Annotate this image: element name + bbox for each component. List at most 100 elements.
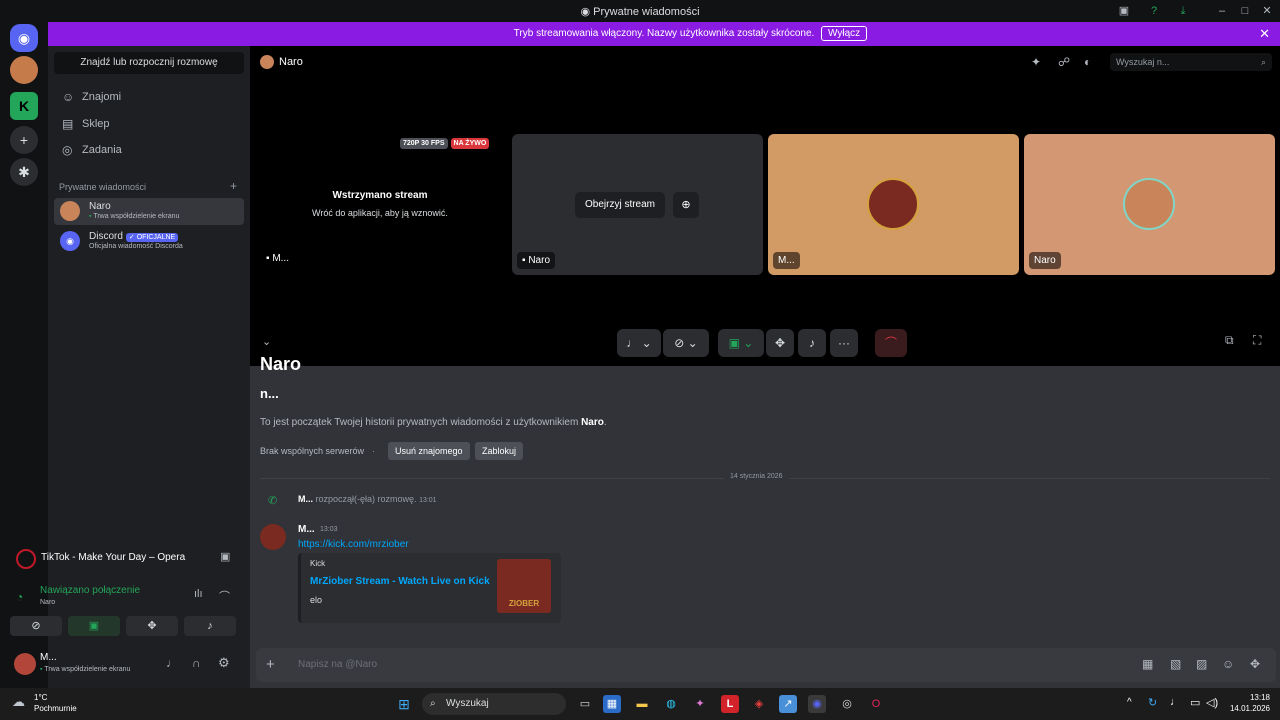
- microphone-button[interactable]: ♩ ⌄: [617, 329, 661, 357]
- banner-message: Tryb streamowania włączony. Nazwy użytko…: [513, 28, 815, 39]
- avatar: [260, 55, 274, 69]
- stream-tile-naro[interactable]: Obejrzyj stream ⊕ ▪ Naro: [512, 134, 763, 275]
- taskbar-search[interactable]: ⌕ Wyszukaj: [422, 693, 566, 715]
- activities-button[interactable]: ✥: [126, 616, 178, 636]
- close-window-icon[interactable]: ✕: [1259, 3, 1275, 19]
- weather-cloud-icon[interactable]: ☁: [12, 694, 30, 712]
- stream-paused-subtitle: Wróć do aplikacji, aby ją wznowić.: [312, 208, 448, 218]
- avatar[interactable]: [14, 653, 36, 675]
- nav-friends[interactable]: ☺ Znajomi: [54, 84, 244, 110]
- microphone-icon[interactable]: ♩: [166, 656, 178, 670]
- app-l-icon[interactable]: L: [721, 695, 739, 713]
- server-avatar[interactable]: [10, 56, 38, 84]
- nav-quests[interactable]: ◎ Zadania: [54, 137, 244, 163]
- add-friends-icon[interactable]: ☍: [1058, 55, 1070, 69]
- more-options-button[interactable]: ···: [830, 329, 858, 357]
- task-view-icon[interactable]: ▭: [576, 695, 594, 713]
- camera-off-button[interactable]: ⊘: [10, 616, 62, 636]
- create-dm-icon[interactable]: +: [230, 179, 237, 193]
- watch-preview-icon[interactable]: ⊕: [673, 192, 699, 218]
- stream-paused-title: Wstrzymano stream: [332, 190, 428, 201]
- fullscreen-icon[interactable]: ⛶: [1253, 333, 1261, 348]
- chrome-icon[interactable]: ◎: [838, 695, 856, 713]
- attach-plus-icon[interactable]: +: [266, 656, 275, 673]
- avatar[interactable]: [260, 524, 286, 550]
- soundboard-button[interactable]: ♪: [184, 616, 236, 636]
- message-input[interactable]: Napisz na @Naro: [298, 659, 377, 670]
- screen-share-button[interactable]: ▣: [68, 616, 120, 636]
- settings-gear-icon[interactable]: ⚙: [218, 655, 230, 671]
- dm-item-discord[interactable]: ◉ Discord ✓ OFICJALNE Oficjalna wiadomość…: [54, 228, 244, 255]
- sticker-icon[interactable]: ▨: [1196, 657, 1207, 671]
- embed-description: elo: [310, 595, 323, 605]
- headphones-icon[interactable]: ∩: [192, 656, 201, 670]
- maximize-icon[interactable]: □: [1237, 3, 1253, 19]
- clock-date[interactable]: 14.01.2026: [1222, 704, 1270, 713]
- no-mutual-servers[interactable]: Brak wspólnych serwerów: [260, 446, 364, 456]
- file-explorer-icon[interactable]: ▬: [633, 695, 651, 713]
- remove-friend-button[interactable]: Usuń znajomego: [388, 442, 470, 460]
- opera-taskbar-icon[interactable]: O: [867, 695, 885, 713]
- search-input[interactable]: Wyszukaj n... ⌕: [1110, 53, 1272, 71]
- edge-browser-icon[interactable]: ◍: [662, 695, 680, 713]
- clock-time[interactable]: 13:18: [1228, 693, 1270, 702]
- copilot-icon[interactable]: ✦: [691, 695, 709, 713]
- os-taskbar: ☁ 1°C Pochmurnie ⊞ ⌕ Wyszukaj ▭ ▦ ▬ ◍ ✦ L…: [0, 688, 1280, 720]
- camera-off-icon: ⊘ ⌄: [674, 336, 698, 350]
- channel-header: Naro ✦ ☍ ◐ Wyszukaj n... ⌕: [250, 46, 1280, 78]
- activities-button[interactable]: ✥: [766, 329, 794, 357]
- embed-title[interactable]: MrZiober Stream - Watch Live on Kick: [310, 576, 490, 587]
- volume-icon[interactable]: ◁): [1206, 696, 1218, 709]
- avatar: [1123, 178, 1175, 230]
- find-conversation-button[interactable]: Znajdź lub rozpocznij rozmowę: [54, 52, 244, 74]
- emoji-icon[interactable]: ☺: [1222, 657, 1234, 671]
- popout-icon[interactable]: ⧉: [1225, 333, 1234, 348]
- pin-icon[interactable]: ✦: [1031, 55, 1041, 69]
- apps-icon[interactable]: ✥: [1250, 657, 1260, 671]
- close-icon[interactable]: ✕: [1259, 26, 1270, 42]
- discord-icon: ◉: [580, 6, 594, 18]
- stop-stream-icon[interactable]: ▣: [220, 550, 230, 563]
- chevron-down-icon[interactable]: ⌄: [262, 335, 271, 348]
- tray-mic-icon[interactable]: ♩: [1170, 696, 1181, 708]
- store-icon[interactable]: ▦: [603, 695, 621, 713]
- kick-server-icon[interactable]: K: [10, 92, 38, 120]
- drawing-app-icon[interactable]: ↗: [779, 695, 797, 713]
- dm-item-naro[interactable]: Naro ▪ Trwa współdzielenie ekranu: [54, 198, 244, 225]
- participant-tile-m[interactable]: M...: [768, 134, 1019, 275]
- inbox-icon[interactable]: ▣: [1116, 3, 1132, 19]
- disable-streamer-mode-button[interactable]: Wyłącz: [821, 26, 868, 41]
- chat-intro: To jest początek Twojej historii prywatn…: [260, 417, 607, 428]
- camera-button[interactable]: ⊘ ⌄: [663, 329, 709, 357]
- minimize-icon[interactable]: –: [1214, 3, 1230, 19]
- watch-stream-button[interactable]: Obejrzyj stream: [575, 192, 666, 218]
- add-server-icon[interactable]: +: [10, 126, 38, 154]
- block-button[interactable]: Zablokuj: [475, 442, 524, 460]
- discord-taskbar-icon[interactable]: ◉: [808, 695, 826, 713]
- user-profile-icon[interactable]: ◐: [1084, 55, 1091, 69]
- screen-share-button[interactable]: ▣ ⌄: [718, 329, 764, 357]
- network-icon[interactable]: ▭: [1190, 696, 1200, 709]
- embed-thumbnail[interactable]: ZIOBER: [497, 559, 551, 613]
- screen-share-icon: ▣ ⌄: [728, 336, 754, 350]
- discord-home-icon[interactable]: ◉: [10, 24, 38, 52]
- sync-icon[interactable]: ↻: [1148, 696, 1157, 709]
- windows-start-icon[interactable]: ⊞: [395, 695, 413, 713]
- tray-chevron-icon[interactable]: ^: [1127, 697, 1132, 708]
- soundboard-button[interactable]: ♪: [798, 329, 826, 357]
- download-icon[interactable]: ⤓: [1175, 3, 1191, 19]
- message-author[interactable]: M...: [298, 524, 315, 535]
- gift-icon[interactable]: ▦: [1142, 657, 1153, 671]
- disconnect-call-button[interactable]: ⌒: [875, 329, 907, 357]
- shield-icon[interactable]: ◈: [750, 695, 768, 713]
- disconnect-icon[interactable]: ⌒: [219, 588, 230, 604]
- nav-shop[interactable]: ▤ Sklep: [54, 111, 244, 137]
- microphone-icon: ♩ ⌄: [626, 336, 652, 350]
- chat-header-name: Naro: [260, 354, 302, 374]
- gif-icon[interactable]: ▧: [1170, 657, 1181, 671]
- noise-suppression-icon[interactable]: ılı: [194, 588, 203, 600]
- discover-icon[interactable]: ✱: [10, 158, 38, 186]
- participant-tile-naro[interactable]: Naro: [1024, 134, 1275, 275]
- message-link[interactable]: https://kick.com/mrziober: [298, 539, 409, 550]
- help-icon[interactable]: ?: [1146, 3, 1162, 19]
